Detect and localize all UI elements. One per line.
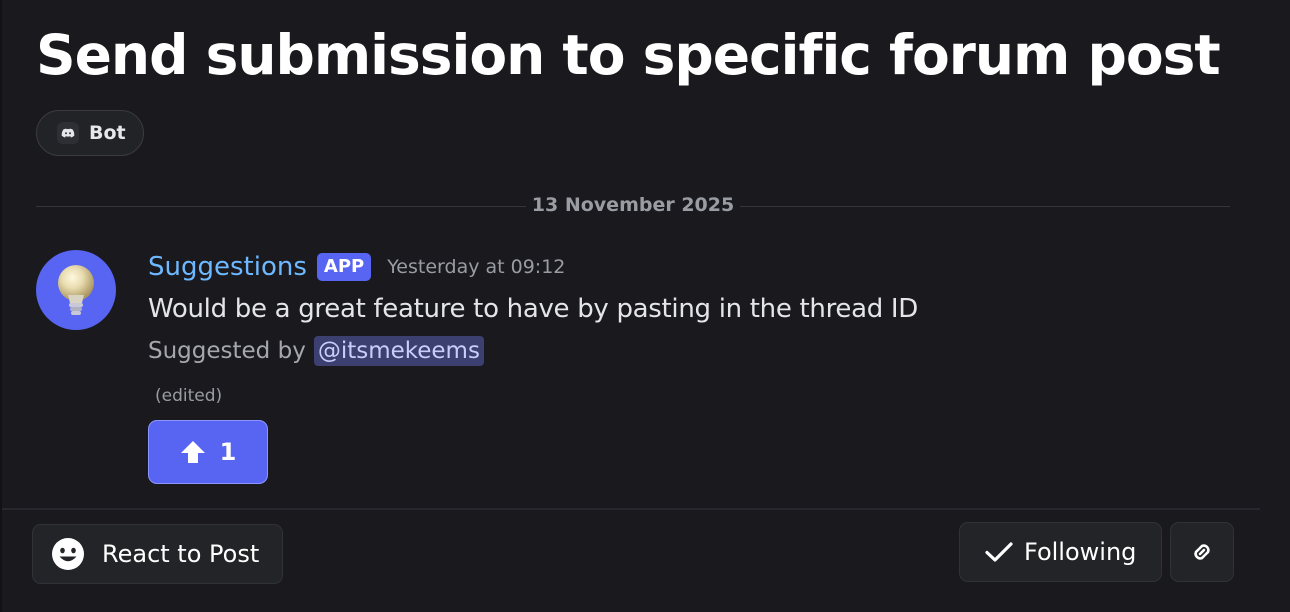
tag-bot[interactable]: Bot (36, 110, 144, 156)
checkmark-icon (985, 542, 1013, 562)
app-badge: APP (316, 253, 372, 281)
upvote-button[interactable]: 1 (148, 420, 268, 484)
suggested-by-prefix: Suggested by (148, 338, 306, 364)
message-content: Would be a great feature to have by past… (148, 294, 918, 324)
date-divider-label: 13 November 2025 (531, 194, 735, 216)
discord-icon (57, 122, 79, 144)
react-to-post-label: React to Post (102, 540, 260, 568)
edited-label: (edited) (155, 386, 223, 406)
post-title: Send submission to specific forum post (36, 23, 1221, 87)
following-button[interactable]: Following (959, 522, 1162, 582)
footer-divider (2, 508, 1260, 510)
date-divider-right (740, 206, 1230, 207)
copy-link-button[interactable] (1170, 522, 1234, 582)
react-to-post-button[interactable]: React to Post (32, 524, 283, 584)
forum-post-view: Send submission to specific forum post B… (0, 0, 1290, 612)
smiley-icon (52, 538, 84, 570)
link-icon (1194, 544, 1210, 560)
lightbulb-icon (58, 265, 94, 315)
user-mention[interactable]: @itsmekeems (313, 336, 484, 366)
tag-label: Bot (89, 122, 126, 144)
left-edge-divider (0, 0, 2, 612)
message-timestamp: Yesterday at 09:12 (387, 256, 566, 278)
following-label: Following (1024, 538, 1137, 566)
suggested-by-line: Suggested by @itsmekeems (148, 336, 484, 366)
avatar[interactable] (36, 250, 116, 330)
date-divider-left (36, 206, 526, 207)
message-header: Suggestions APP Yesterday at 09:12 (148, 252, 565, 282)
upvote-count: 1 (219, 438, 237, 466)
author-name[interactable]: Suggestions (148, 252, 307, 282)
arrow-up-icon (180, 441, 205, 463)
